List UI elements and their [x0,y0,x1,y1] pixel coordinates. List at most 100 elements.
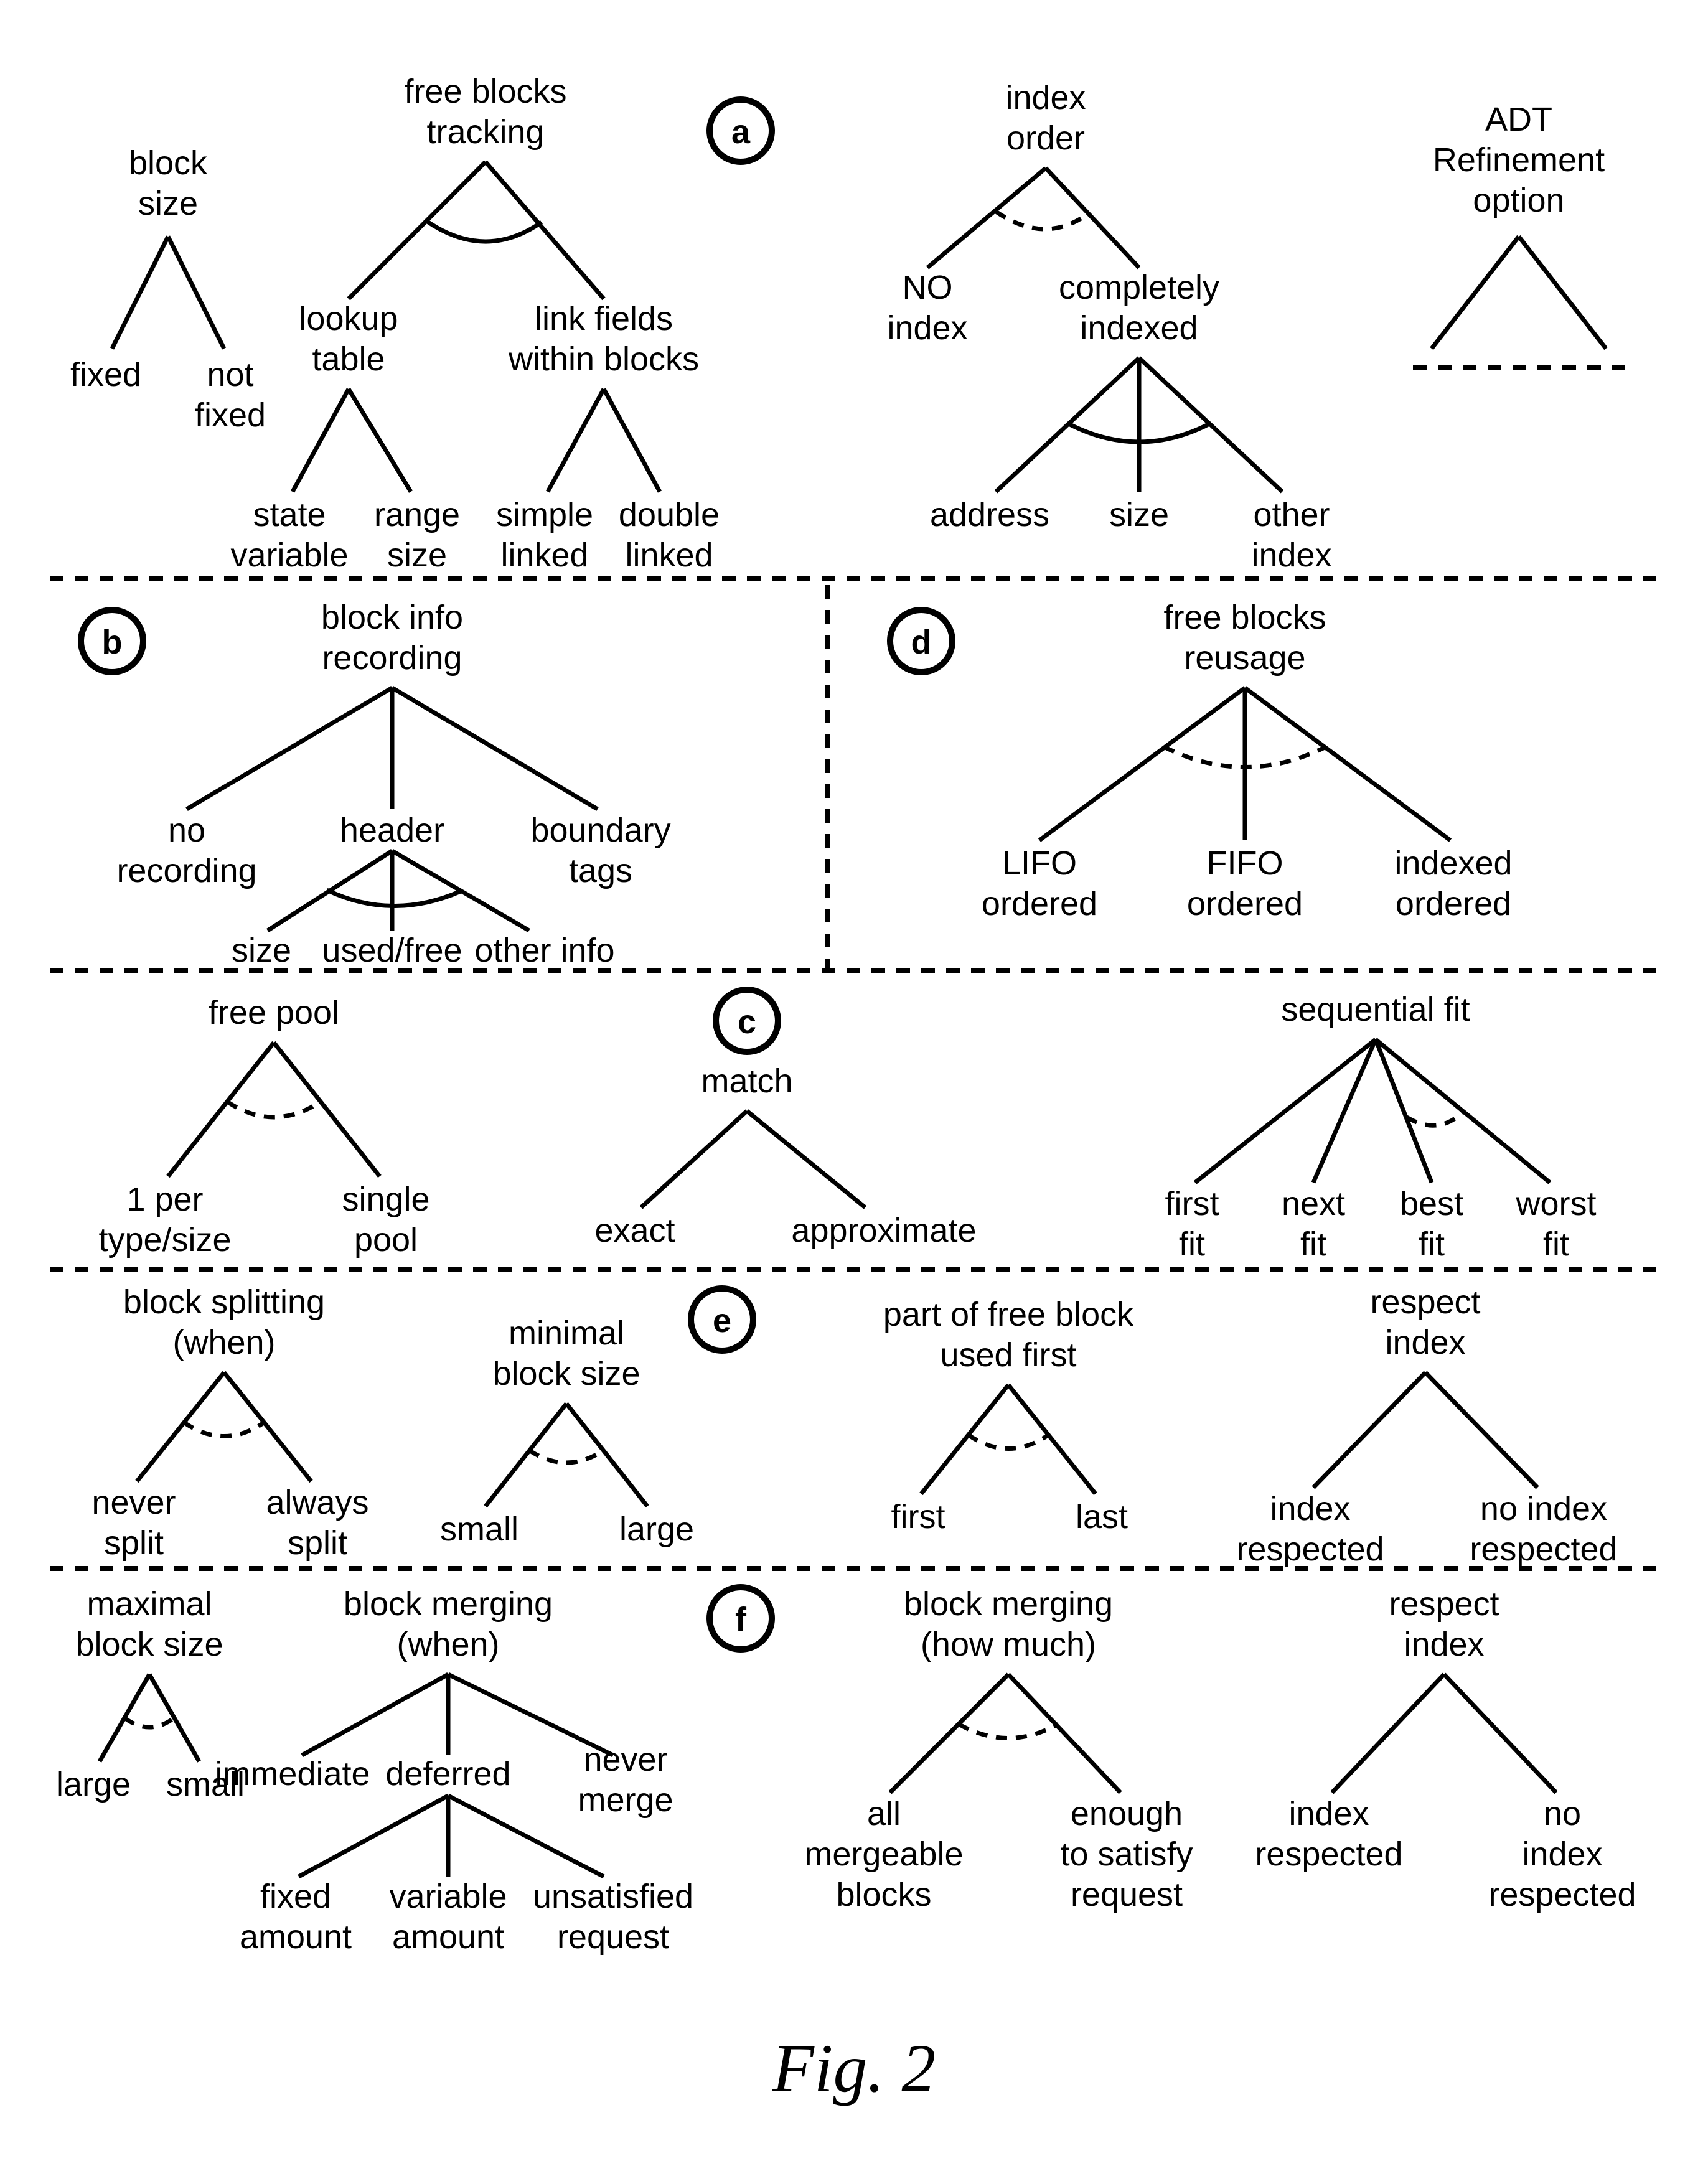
svg-text:single: single [342,1181,429,1218]
diagram-svg: line, path, circle { stroke:#000; } .edg… [0,0,1708,2166]
svg-text:sequential fit: sequential fit [1281,991,1470,1028]
svg-text:fixed: fixed [195,396,266,434]
svg-text:blocks: blocks [836,1876,931,1913]
svg-text:address: address [930,496,1049,533]
svg-text:all: all [867,1795,901,1832]
legend-adt: ADT Refinement option [1413,101,1625,367]
badge-b: b [81,610,143,672]
tree-respect-index-f: respect index index respected no index r… [1255,1585,1636,1913]
svg-text:free pool: free pool [209,994,339,1031]
tree-free-blocks-reusage: free blocks reusage LIFO ordered FIFO or… [982,599,1513,922]
tree-free-pool: free pool 1 per type/size single pool [98,994,429,1259]
tree-block-merging-when: block merging (when) immediate deferred … [215,1585,693,1956]
svg-text:no index: no index [1480,1490,1607,1527]
svg-text:no: no [1544,1795,1581,1832]
svg-text:within blocks: within blocks [508,340,699,378]
svg-text:respect: respect [1389,1585,1499,1623]
svg-text:worst: worst [1515,1185,1596,1222]
tree-block-merging-how-much: block merging (how much) all mergeable b… [804,1585,1193,1913]
svg-text:index: index [1404,1626,1484,1663]
svg-text:ordered: ordered [982,885,1097,922]
svg-text:fixed: fixed [70,356,141,393]
svg-text:amount: amount [392,1918,504,1956]
svg-text:block merging: block merging [904,1585,1113,1623]
svg-text:mergeable: mergeable [804,1835,963,1873]
tree-index-order: index order NO index completely indexed … [887,79,1331,574]
svg-text:size: size [138,185,198,222]
svg-text:header: header [340,812,444,849]
svg-text:large: large [56,1766,131,1803]
tree-block-splitting-when: block splitting (when) never split alway… [92,1283,368,1562]
svg-text:table: table [312,340,385,378]
svg-text:match: match [701,1062,792,1100]
svg-text:block info: block info [321,599,463,636]
svg-text:simple: simple [496,496,593,533]
svg-text:recording: recording [322,639,462,677]
svg-text:fit: fit [1543,1226,1569,1263]
svg-text:respected: respected [1488,1876,1636,1913]
svg-text:tracking: tracking [426,113,544,151]
svg-text:split: split [288,1524,347,1562]
svg-text:(how much): (how much) [921,1626,1096,1663]
svg-text:index: index [1270,1490,1350,1527]
svg-text:variable: variable [389,1878,507,1915]
svg-text:request: request [557,1918,669,1956]
svg-text:fit: fit [1300,1226,1326,1263]
svg-text:option: option [1473,182,1564,219]
tree-block-size: block size fixed not fixed [70,144,266,434]
tree-minimal-block-size: minimal block size small large [440,1315,694,1548]
svg-text:immediate: immediate [215,1755,370,1793]
svg-text:fit: fit [1179,1226,1205,1263]
svg-text:state: state [253,496,326,533]
svg-text:index: index [1005,79,1086,116]
svg-text:fixed: fixed [260,1878,331,1915]
svg-text:block: block [129,144,208,182]
svg-text:respected: respected [1236,1531,1384,1568]
tree-block-info-recording: block info recording no recording header… [116,599,670,969]
tree-respect-index-e: respect index index respected no index r… [1236,1283,1617,1568]
tree-match: match exact approximate [594,1062,976,1249]
svg-text:size: size [1109,496,1169,533]
tree-free-blocks-tracking: free blocks tracking lookup table state … [230,73,720,574]
svg-text:d: d [911,624,932,661]
svg-text:a: a [731,113,751,151]
svg-text:size: size [387,537,447,574]
svg-text:free blocks: free blocks [404,73,566,110]
svg-text:maximal: maximal [87,1585,212,1623]
svg-text:part of free block: part of free block [883,1296,1134,1333]
svg-text:to satisfy: to satisfy [1060,1835,1193,1873]
svg-text:never: never [583,1741,667,1778]
tree-part-of-free-block-used-first: part of free block used first first last [883,1296,1134,1535]
svg-text:double: double [619,496,720,533]
svg-text:recording: recording [116,852,256,889]
svg-text:block merging: block merging [344,1585,553,1623]
svg-text:request: request [1071,1876,1183,1913]
svg-text:1 per: 1 per [126,1181,203,1218]
svg-text:Refinement: Refinement [1433,141,1605,179]
svg-text:linked: linked [500,537,588,574]
svg-text:enough: enough [1071,1795,1183,1832]
svg-text:fit: fit [1419,1226,1445,1263]
badge-d: d [890,610,952,672]
svg-text:c: c [738,1003,756,1041]
svg-text:amount: amount [240,1918,352,1956]
badge-f: f [710,1587,772,1649]
badge-a: a [710,100,772,162]
svg-text:index: index [1385,1324,1465,1361]
svg-text:range: range [374,496,460,533]
badge-c: c [716,990,778,1052]
svg-text:type/size: type/size [98,1221,231,1259]
svg-text:block splitting: block splitting [123,1283,325,1321]
svg-text:indexed: indexed [1080,309,1198,347]
svg-text:always: always [266,1484,368,1521]
tree-sequential-fit: sequential fit first fit next fit best f… [1165,991,1597,1263]
svg-text:first: first [891,1498,946,1535]
svg-text:respected: respected [1255,1835,1402,1873]
svg-text:block size: block size [75,1626,223,1663]
svg-text:used first: used first [940,1336,1076,1374]
svg-text:linked: linked [625,537,713,574]
svg-text:first: first [1165,1185,1219,1222]
svg-text:last: last [1076,1498,1128,1535]
svg-text:unsatisfied: unsatisfied [533,1878,693,1915]
svg-text:pool: pool [354,1221,418,1259]
